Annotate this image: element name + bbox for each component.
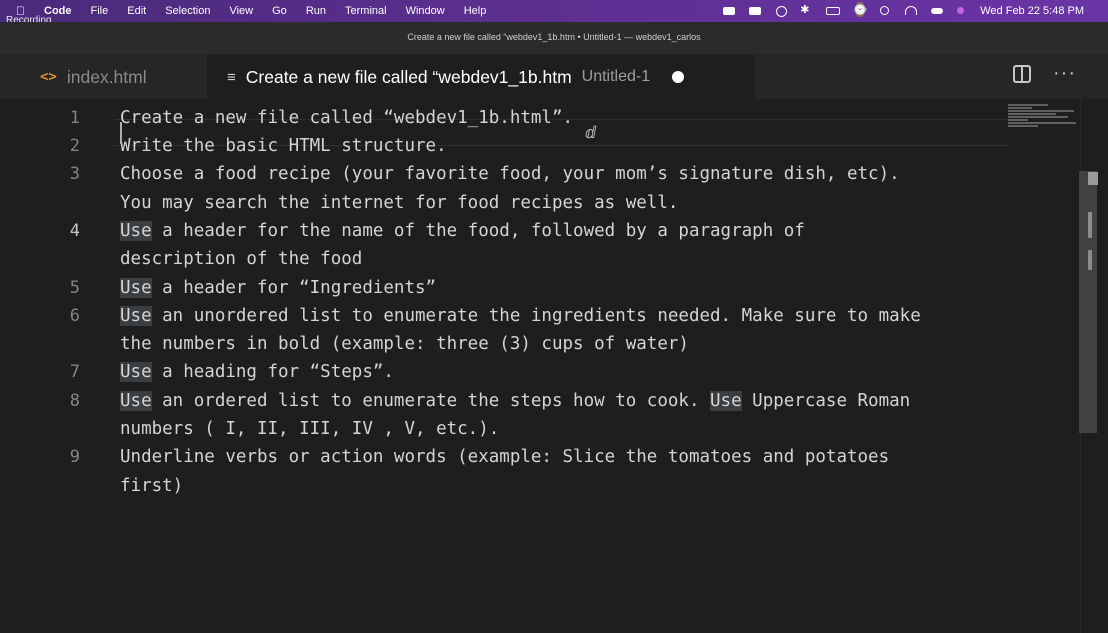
vertical-scrollbar-thumb[interactable] <box>1079 171 1097 433</box>
ibeam-cursor-icon: ⅆ <box>585 123 597 142</box>
line-text-wrap: description of the food <box>120 249 363 269</box>
wifi-icon[interactable]: ⌚ <box>852 2 868 17</box>
editor-line-6[interactable]: 6 Use an unordered list to enumerate the… <box>0 302 1080 330</box>
editor-line-7[interactable]: 7 Use a heading for “Steps”. <box>0 358 1080 386</box>
text-cursor <box>120 122 122 144</box>
editor-line-3-wrap[interactable]: You may search the internet for food rec… <box>0 189 1080 217</box>
window-title-bar: Create a new file called “webdev1_1b.htm… <box>0 22 1108 55</box>
minimap[interactable] <box>1008 104 1080 128</box>
line-text: Use a heading for “Steps”. <box>120 362 394 382</box>
user-icon[interactable] <box>956 6 965 16</box>
menu-selection[interactable]: Selection <box>165 5 210 17</box>
line-text-wrap: You may search the internet for food rec… <box>120 193 679 213</box>
line-number: 8 <box>69 391 80 411</box>
html-code-icon: <> <box>40 69 57 85</box>
tab-untitled-1[interactable]: ≡ Create a new file called “webdev1_1b.h… <box>207 55 755 99</box>
editor-line-4[interactable]: 4 Use a header for the name of the food,… <box>0 217 1080 245</box>
editor-line-5[interactable]: 5 Use a header for “Ingredients” <box>0 274 1080 302</box>
word-highlight: Use <box>120 362 152 382</box>
menu-edit[interactable]: Edit <box>127 5 146 17</box>
battery-icon[interactable] <box>826 6 841 16</box>
line-text: Choose a food recipe (your favorite food… <box>120 164 900 184</box>
menu-window[interactable]: Window <box>406 5 445 17</box>
editor-line-1[interactable]: 1 Create a new file called “webdev1_1b.h… <box>0 104 1080 132</box>
scrollbar-cursor-marker <box>1088 172 1098 185</box>
line-text-wrap: the numbers in bold (example: three (3) … <box>120 334 689 354</box>
display-icon[interactable] <box>748 6 762 16</box>
tab-label: index.html <box>66 66 147 87</box>
scrollbar-match-marker <box>1088 212 1092 238</box>
line-text-wrap: first) <box>120 476 184 496</box>
line-text: Use a header for “Ingredients” <box>120 278 437 298</box>
line-number: 7 <box>69 362 80 382</box>
tab-description: Untitled-1 <box>581 68 651 85</box>
more-actions-icon[interactable]: ··· <box>1053 62 1076 85</box>
editor-line-8[interactable]: 8 Use an ordered list to enumerate the s… <box>0 387 1080 415</box>
line-number: 3 <box>69 164 80 184</box>
menu-go[interactable]: Go <box>272 5 287 17</box>
control-center-icon[interactable] <box>930 6 944 16</box>
line-text: Use an ordered list to enumerate the ste… <box>120 391 911 411</box>
bluetooth-icon[interactable]: ✱ <box>800 4 814 16</box>
editor-line-9-wrap[interactable]: first) <box>0 472 1080 500</box>
word-highlight: Use <box>120 306 152 326</box>
window-title: Create a new file called “webdev1_1b.htm… <box>407 32 701 42</box>
menu-terminal[interactable]: Terminal <box>345 5 387 17</box>
line-number: 4 <box>69 221 80 241</box>
editor-line-8-wrap[interactable]: numbers ( I, II, III, IV , V, etc.). <box>0 415 1080 443</box>
line-number: 2 <box>69 136 80 156</box>
menu-run[interactable]: Run <box>306 5 326 17</box>
unsaved-dot-icon[interactable] <box>672 71 685 83</box>
tab-label: Create a new file called “webdev1_1b.htm <box>245 66 572 87</box>
line-number: 6 <box>69 306 80 326</box>
word-highlight: Use <box>120 278 152 298</box>
tab-bar: <> index.html ≡ Create a new file called… <box>0 55 1108 99</box>
menu-view[interactable]: View <box>229 5 253 17</box>
editor-line-4-wrap[interactable]: description of the food <box>0 245 1080 273</box>
record-icon[interactable] <box>774 6 788 17</box>
search-icon[interactable] <box>878 6 892 16</box>
word-highlight: Use <box>710 391 742 411</box>
line-number: 5 <box>69 278 80 298</box>
editor-line-2[interactable]: 2 Write the basic HTML structure. <box>0 132 1080 160</box>
menu-help[interactable]: Help <box>464 5 487 17</box>
word-highlight: Use <box>120 391 152 411</box>
line-number: 1 <box>69 108 80 128</box>
status-area: ✱ ⌚ Wed Feb 22 5:48 PM <box>722 0 1108 22</box>
scrollbar-match-marker <box>1088 250 1092 270</box>
editor-line-9[interactable]: 9 Underline verbs or action words (examp… <box>0 443 1080 471</box>
line-text: Write the basic HTML structure. <box>120 136 447 156</box>
line-number: 9 <box>69 447 80 467</box>
tab-index-html[interactable]: <> index.html <box>20 55 206 99</box>
text-file-icon: ≡ <box>227 68 236 86</box>
line-text: Use a header for the name of the food, f… <box>120 221 805 241</box>
line-text-wrap: numbers ( I, II, III, IV , V, etc.). <box>120 419 500 439</box>
editor-line-3[interactable]: 3 Choose a food recipe (your favorite fo… <box>0 160 1080 188</box>
headphones-icon[interactable] <box>904 6 918 16</box>
word-highlight: Use <box>120 221 152 241</box>
line-text: Underline verbs or action words (example… <box>120 447 890 467</box>
line-text: Create a new file called “webdev1_1b.htm… <box>120 108 574 128</box>
line-text: Use an unordered list to enumerate the i… <box>120 306 921 326</box>
menu-bar:  Code File Edit Selection View Go Run T… <box>0 0 1108 22</box>
split-editor-icon[interactable] <box>1013 65 1031 83</box>
clock[interactable]: Wed Feb 22 5:48 PM <box>980 5 1084 17</box>
screen-share-icon[interactable] <box>722 6 736 16</box>
menu-file[interactable]: File <box>91 5 109 17</box>
editor-line-6-wrap[interactable]: the numbers in bold (example: three (3) … <box>0 330 1080 358</box>
